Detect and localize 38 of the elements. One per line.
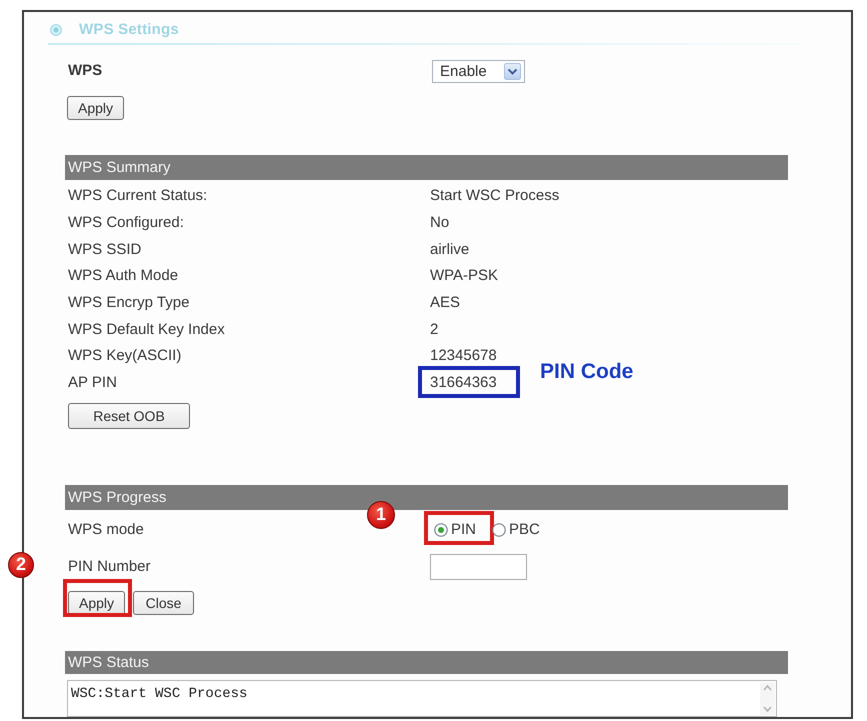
field-label: WPS mode	[67, 520, 144, 538]
scrollbar[interactable]	[760, 682, 775, 714]
field-value: 31664363	[430, 374, 497, 392]
annotation-label: PIN Code	[540, 360, 634, 384]
panel-title: WPS Settings	[79, 21, 179, 38]
field-label: WPS Default Key Index	[67, 320, 225, 339]
field-label: WPS SSID	[67, 240, 142, 259]
field-value: 2	[430, 320, 438, 339]
field-label: PIN Number	[67, 558, 151, 576]
field-label: WPS Configured:	[67, 214, 184, 232]
field-value: No	[430, 214, 450, 232]
field-label: WPS Auth Mode	[67, 267, 178, 286]
status-text-area[interactable]: WSC:Start WSC Process	[67, 680, 777, 716]
circle-icon	[50, 24, 62, 36]
section-header: WPS Status	[65, 650, 788, 674]
section-header: WPS Summary	[65, 155, 788, 180]
radio-label: PIN	[451, 520, 476, 538]
radio-button[interactable]	[492, 522, 506, 536]
chevron-down-icon	[504, 62, 521, 80]
action-button[interactable]: Close	[133, 590, 194, 614]
field-value: airlive	[430, 240, 470, 259]
pin-number-input[interactable]	[430, 554, 527, 580]
apply-button[interactable]: Apply	[67, 96, 124, 120]
field-value: 12345678	[430, 347, 497, 366]
field-value: WPA-PSK	[430, 267, 498, 286]
action-button[interactable]: Apply	[68, 590, 125, 614]
field-value: AES	[430, 294, 460, 312]
field-value: Start WSC Process	[430, 187, 560, 206]
field-label: WPS Key(ASCII)	[67, 347, 182, 366]
field-label: AP PIN	[67, 374, 117, 392]
field-label: WPS Current Status:	[67, 187, 208, 206]
radio-label: PBC	[509, 520, 540, 538]
radio-button[interactable]	[434, 522, 448, 536]
wps-label: WPS	[67, 62, 102, 80]
reset-oob-button[interactable]: Reset OOB	[68, 402, 190, 428]
wps-select[interactable]: Enable	[432, 60, 525, 82]
field-label: WPS Encryp Type	[67, 294, 190, 312]
step-number-marker: 2	[8, 552, 34, 578]
